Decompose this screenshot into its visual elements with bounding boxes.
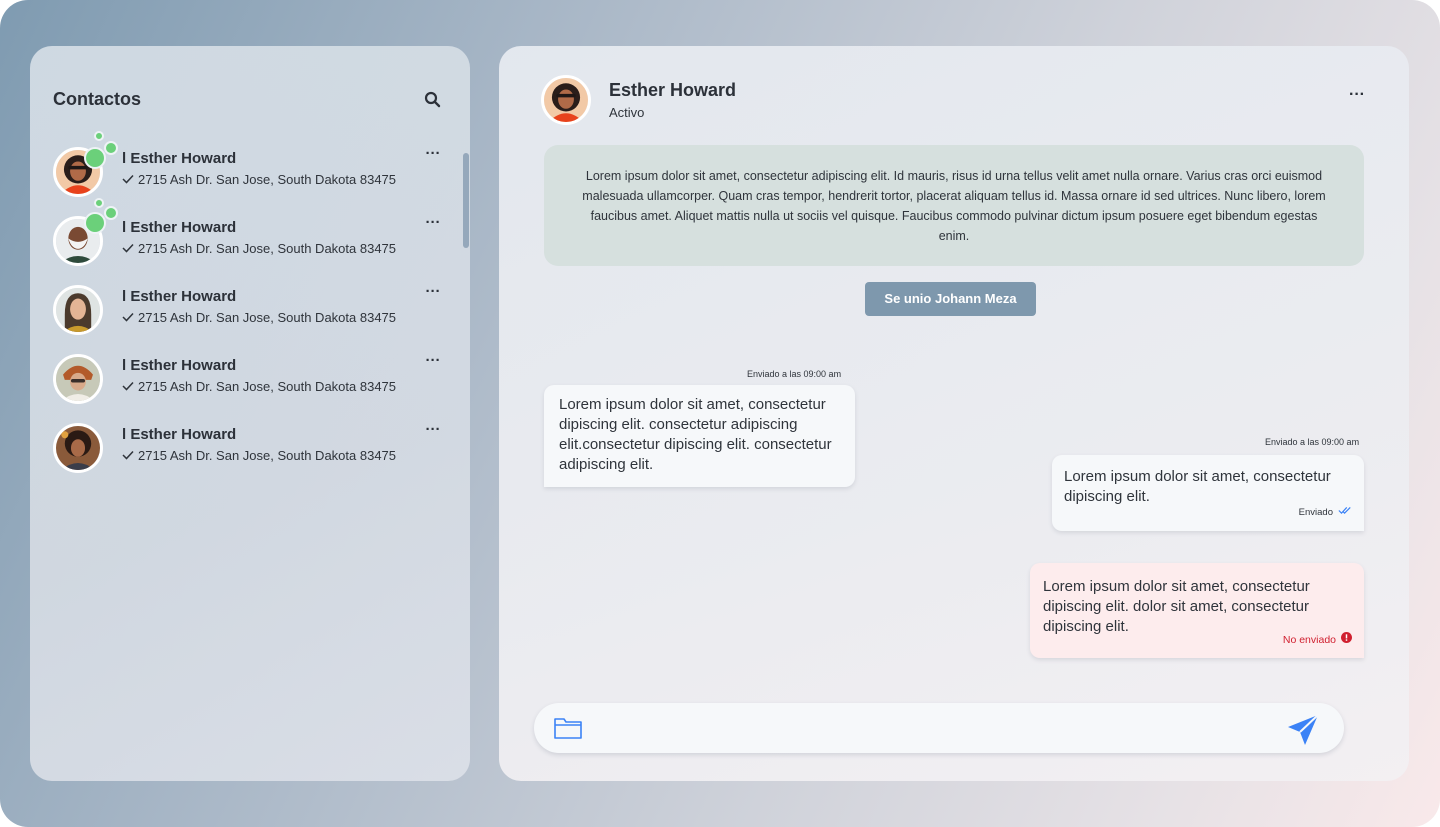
check-icon xyxy=(122,448,134,463)
message-outgoing-failed: Lorem ipsum dolor sit amet, consectetur … xyxy=(1030,563,1364,658)
check-icon xyxy=(122,172,134,187)
send-icon[interactable] xyxy=(1286,713,1320,747)
search-icon[interactable] xyxy=(423,90,443,110)
online-indicator xyxy=(94,131,104,141)
message-outgoing: Lorem ipsum dolor sit amet, consectetur … xyxy=(1052,455,1364,531)
folder-icon[interactable] xyxy=(553,715,583,741)
message-text: Lorem ipsum dolor sit amet, consectetur … xyxy=(1064,468,1331,505)
more-icon[interactable]: ··· xyxy=(1345,86,1369,103)
avatar xyxy=(53,285,103,335)
contact-name: l Esther Howard xyxy=(122,357,237,374)
contact-address-text: 2715 Ash Dr. San Jose, South Dakota 8347… xyxy=(138,310,397,325)
message-status-label: Enviado xyxy=(1298,507,1333,518)
contact-item[interactable]: l Esther Howard 2715 Ash Dr. San Jose, S… xyxy=(30,283,460,345)
join-notice: Se unio Johann Meza xyxy=(865,282,1036,316)
more-icon[interactable]: ··· xyxy=(423,352,443,369)
message-timestamp: Enviado a las 09:00 am xyxy=(1265,437,1360,447)
contact-item[interactable]: l Esther Howard 2715 Ash Dr. San Jose, S… xyxy=(30,352,460,414)
more-icon[interactable]: ··· xyxy=(423,214,443,231)
message-timestamp: Enviado a las 09:00 am xyxy=(747,369,842,379)
online-indicator xyxy=(104,206,118,220)
app-background: Contactos l Esther Howard 2715 Ash Dr. S… xyxy=(0,0,1440,827)
contacts-panel: Contactos l Esther Howard 2715 Ash Dr. S… xyxy=(30,46,470,781)
avatar[interactable] xyxy=(541,75,591,125)
avatar xyxy=(53,354,103,404)
info-card: Lorem ipsum dolor sit amet, consectetur … xyxy=(544,145,1364,266)
more-icon[interactable]: ··· xyxy=(423,283,443,300)
chat-contact-name: Esther Howard xyxy=(609,80,737,100)
error-icon xyxy=(1341,630,1352,650)
contact-address-text: 2715 Ash Dr. San Jose, South Dakota 8347… xyxy=(138,379,397,394)
contact-address-text: 2715 Ash Dr. San Jose, South Dakota 8347… xyxy=(138,448,397,463)
double-check-icon xyxy=(1338,503,1352,523)
contact-address: 2715 Ash Dr. San Jose, South Dakota 8347… xyxy=(122,172,396,187)
contact-name: l Esther Howard xyxy=(122,150,237,167)
online-indicator xyxy=(94,198,104,208)
chat-contact-status: Activo xyxy=(609,105,645,120)
online-indicator xyxy=(84,212,106,234)
contacts-title: Contactos xyxy=(53,89,142,109)
online-indicator xyxy=(104,141,118,155)
message-incoming: Lorem ipsum dolor sit amet, consectetur … xyxy=(544,385,855,487)
message-text: Lorem ipsum dolor sit amet, consectetur … xyxy=(559,396,832,473)
message-status: Enviado xyxy=(1299,503,1352,523)
contact-address: 2715 Ash Dr. San Jose, South Dakota 8347… xyxy=(122,448,396,463)
contact-address: 2715 Ash Dr. San Jose, South Dakota 8347… xyxy=(122,241,396,256)
contacts-scrollbar[interactable] xyxy=(463,153,469,248)
chat-panel: Esther Howard Activo ··· Lorem ipsum dol… xyxy=(499,46,1409,781)
online-indicator xyxy=(84,147,106,169)
contact-name: l Esther Howard xyxy=(122,426,237,443)
check-icon xyxy=(122,241,134,256)
contact-address: 2715 Ash Dr. San Jose, South Dakota 8347… xyxy=(122,310,396,325)
avatar xyxy=(53,423,103,473)
contact-item[interactable]: l Esther Howard 2715 Ash Dr. San Jose, S… xyxy=(30,198,460,276)
contact-item[interactable]: l Esther Howard 2715 Ash Dr. San Jose, S… xyxy=(30,421,460,483)
check-icon xyxy=(122,379,134,394)
message-status-label: No enviado xyxy=(1282,634,1336,646)
contact-address: 2715 Ash Dr. San Jose, South Dakota 8347… xyxy=(122,379,396,394)
contact-item[interactable]: l Esther Howard 2715 Ash Dr. San Jose, S… xyxy=(30,131,460,207)
message-composer xyxy=(534,703,1344,753)
message-input[interactable] xyxy=(596,713,1268,743)
contact-name: l Esther Howard xyxy=(122,288,237,305)
more-icon[interactable]: ··· xyxy=(423,145,443,162)
message-text: Lorem ipsum dolor sit amet, consectetur … xyxy=(1043,578,1310,635)
contact-address-text: 2715 Ash Dr. San Jose, South Dakota 8347… xyxy=(138,241,397,256)
check-icon xyxy=(122,310,134,325)
contact-address-text: 2715 Ash Dr. San Jose, South Dakota 8347… xyxy=(138,172,397,187)
contact-name: l Esther Howard xyxy=(122,219,237,236)
more-icon[interactable]: ··· xyxy=(423,421,443,438)
message-status: No enviado xyxy=(1283,630,1352,650)
